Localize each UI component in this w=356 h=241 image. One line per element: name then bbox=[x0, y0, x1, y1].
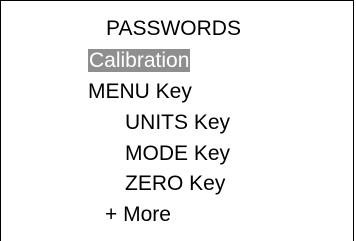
menu-item-label: MENU Key bbox=[88, 80, 192, 103]
menu-item-zero-key[interactable]: ZERO Key bbox=[125, 169, 225, 199]
menu-item-label: Calibration bbox=[88, 49, 191, 72]
menu-item-label: ZERO Key bbox=[125, 172, 226, 195]
lcd-screen: PASSWORDS Calibration MENU Key UNITS Key… bbox=[0, 0, 354, 241]
page-title: PASSWORDS bbox=[106, 17, 241, 40]
menu-item-label: MODE Key bbox=[125, 142, 231, 165]
more-menu-item[interactable]: + More bbox=[105, 200, 171, 230]
menu-item-mode-key[interactable]: MODE Key bbox=[125, 139, 230, 169]
more-label: + More bbox=[105, 203, 171, 226]
menu-item-units-key[interactable]: UNITS Key bbox=[125, 108, 230, 138]
menu-item-label: UNITS Key bbox=[125, 111, 231, 134]
menu-item-calibration[interactable]: Calibration bbox=[88, 46, 191, 76]
menu-item-menu-key[interactable]: MENU Key bbox=[88, 77, 192, 107]
